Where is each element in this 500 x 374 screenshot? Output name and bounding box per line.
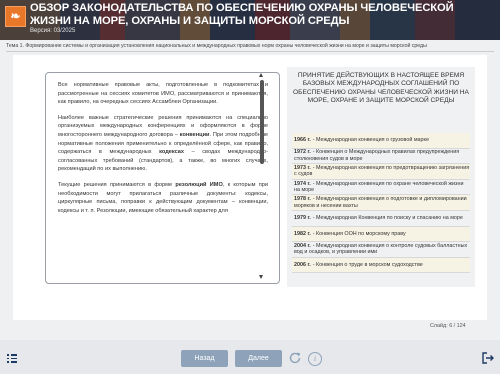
convention-row: 1972 г. - Конвенция о Международных прави… (292, 148, 470, 165)
scroll-down-arrow-icon[interactable] (259, 275, 263, 279)
convention-year: 1979 г. (294, 215, 311, 222)
header-banner: ❧ ОБЗОР ЗАКОНОДАТЕЛЬСТВА ПО ОБЕСПЕЧЕНИЮ … (0, 0, 500, 40)
topic-divider (6, 51, 494, 52)
convention-year: 1972 г. (294, 149, 311, 156)
text-scrollbar[interactable] (259, 73, 264, 281)
convention-year: 1973 г. (294, 164, 311, 171)
slide-counter: Слайд: 6 / 124 (430, 323, 466, 329)
convention-year: 2004 г. (294, 242, 311, 249)
course-version: Версия: 03/2025 (30, 28, 76, 34)
convention-row: 1974 г. - Международная конвенция по охра… (292, 179, 470, 196)
conventions-heading: ПРИНЯТИЕ ДЕЙСТВУЮЩИХ В НАСТОЯЩЕЕ ВРЕМЯ Б… (293, 72, 469, 105)
convention-row: 1978 г. - Международная конвенция о подго… (292, 195, 470, 211)
course-title: ОБЗОР ЗАКОНОДАТЕЛЬСТВА ПО ОБЕСПЕЧЕНИЮ ОХ… (30, 2, 454, 27)
convention-text: - Международная конвенция о подготовке и… (294, 196, 467, 209)
body-text: Все нормативные правовые акты, подготовл… (58, 81, 268, 222)
slide-content: Все нормативные правовые акты, подготовл… (13, 55, 487, 320)
next-button[interactable]: Далее (235, 350, 282, 367)
convention-row: 2006 г. - Конвенция о труде в морском суд… (292, 257, 470, 274)
menu-list-icon[interactable] (7, 353, 17, 363)
convention-text: - Международная конвенция по предотвраще… (294, 164, 470, 178)
convention-year: 1974 г. (294, 180, 311, 187)
convention-year: 1966 г. (294, 137, 311, 144)
convention-row: 1966 г. - Международная конвенция о грузо… (292, 133, 470, 149)
convention-text: - Международная конвенция о контроле суд… (294, 242, 468, 256)
convention-year: 1982 г. (294, 230, 311, 237)
scrollbar-thumb[interactable] (259, 80, 264, 164)
convention-row: 1982 г. - Конвенция ООН по морскому праву (292, 226, 470, 243)
convention-text: - Конвенция о Международных правилах пре… (294, 149, 460, 162)
paragraph-3: Текущие решения принимаются в форме резо… (58, 181, 268, 214)
text-scroll-panel[interactable]: Все нормативные правовые акты, подготовл… (45, 72, 280, 284)
convention-row: 2004 г. - Международная конвенция о контр… (292, 242, 470, 258)
scroll-up-arrow-icon[interactable] (259, 73, 263, 77)
convention-year: 1978 г. (294, 196, 311, 203)
convention-text: - Международная конвенция по охране чело… (294, 180, 464, 194)
conventions-panel: ПРИНЯТИЕ ДЕЙСТВУЮЩИХ В НАСТОЯЩЕЕ ВРЕМЯ Б… (287, 67, 475, 287)
convention-year: 2006 г. (294, 261, 311, 268)
reload-icon[interactable] (288, 351, 302, 365)
paragraph-2: Наиболее важные стратегические решения п… (58, 114, 268, 173)
convention-text: - Международная конвенция о грузовой мар… (312, 137, 429, 144)
back-button[interactable]: Назад (181, 350, 228, 367)
info-icon[interactable]: i (308, 352, 322, 366)
convention-text: - Международная Конвенция по поиску и сп… (312, 215, 463, 222)
course-logo-icon: ❧ (5, 6, 26, 27)
convention-row: 1973 г. - Международная конвенция по пред… (292, 164, 470, 180)
convention-text: - Конвенция о труде в морском судоходств… (312, 261, 423, 268)
convention-text: - Конвенция ООН по морскому праву (312, 230, 406, 237)
exit-icon[interactable] (482, 352, 494, 364)
conventions-list: 1966 г. - Международная конвенция о грузо… (292, 133, 470, 274)
paragraph-1: Все нормативные правовые акты, подготовл… (58, 82, 268, 106)
convention-row: 1979 г. - Международная Конвенция по поис… (292, 210, 470, 227)
topic-title: Тема 1. Формирование системы и организац… (6, 43, 427, 49)
